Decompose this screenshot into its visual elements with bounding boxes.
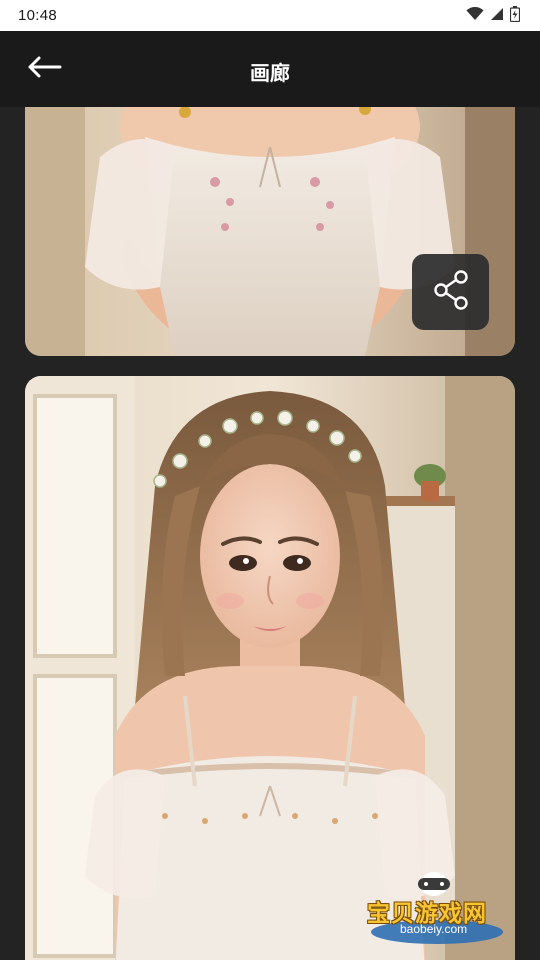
status-icons <box>466 5 521 26</box>
watermark-logo: 宝贝游戏网 baobeiy.com <box>362 866 512 946</box>
gallery[interactable] <box>0 107 540 960</box>
app-bar: 画廊 <box>0 31 540 107</box>
battery-icon <box>509 5 521 26</box>
status-time: 10:48 <box>18 7 58 24</box>
page-title: 画廊 <box>250 61 290 85</box>
signal-icon <box>490 7 504 25</box>
share-button[interactable] <box>412 254 489 330</box>
watermark-url: baobeiy.com <box>400 922 468 936</box>
wifi-icon <box>466 6 484 25</box>
share-icon <box>433 270 469 314</box>
status-bar: 10:48 <box>0 0 540 31</box>
